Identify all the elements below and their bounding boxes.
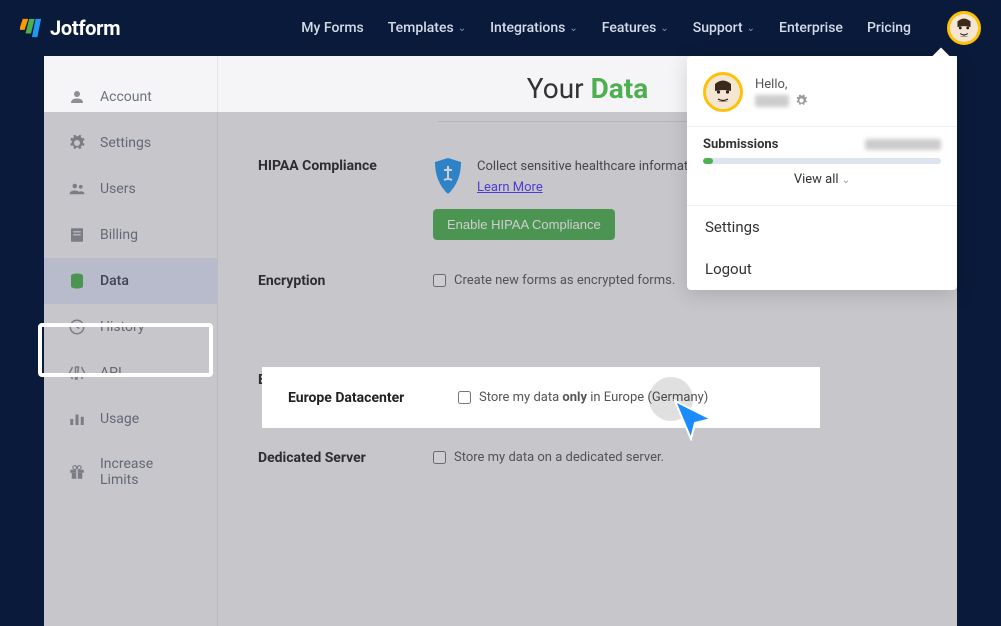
section-europe: Europe Datacenter Store my data only in … xyxy=(262,367,820,428)
europe-checkbox[interactable] xyxy=(458,391,471,404)
user-dropdown: Hello, Submissions View all ⌄ Settings L… xyxy=(687,56,957,290)
api-icon xyxy=(68,364,86,382)
nav-my-forms[interactable]: My Forms xyxy=(301,20,363,36)
chevron-down-icon: ⌄ xyxy=(458,23,466,34)
nav-features[interactable]: Features⌄ xyxy=(602,20,669,36)
enable-hipaa-button[interactable]: Enable HIPAA Compliance xyxy=(433,209,615,240)
sidebar: Account Settings Users Billing Data Hist… xyxy=(44,56,218,626)
sidebar-item-data[interactable]: Data xyxy=(44,258,217,304)
database-icon xyxy=(68,272,86,290)
learn-more-link[interactable]: Learn More xyxy=(477,180,543,195)
dropdown-avatar xyxy=(703,72,743,112)
dropdown-logout[interactable]: Logout xyxy=(687,248,957,290)
sidebar-item-history[interactable]: History xyxy=(44,304,217,350)
users-icon xyxy=(68,180,86,198)
chevron-down-icon: ⌄ xyxy=(747,23,755,34)
gear-icon[interactable] xyxy=(795,94,808,107)
dedicated-checkbox-label[interactable]: Store my data on a dedicated server. xyxy=(433,450,917,465)
avatar-face-icon xyxy=(950,14,978,42)
section-europe-placeholder xyxy=(258,306,917,356)
nav-integrations[interactable]: Integrations⌄ xyxy=(490,20,578,36)
chevron-down-icon: ⌄ xyxy=(660,23,668,34)
greeting-text: Hello, xyxy=(755,77,808,92)
billing-icon xyxy=(68,226,86,244)
section-label: Dedicated Server xyxy=(258,450,433,466)
jotform-logo-icon xyxy=(20,17,42,39)
submissions-count-redacted xyxy=(865,139,941,150)
sidebar-item-api[interactable]: API xyxy=(44,350,217,396)
section-label: Europe Datacenter xyxy=(288,390,458,406)
nav-enterprise[interactable]: Enterprise xyxy=(779,20,843,36)
header: Jotform My Forms Templates⌄ Integrations… xyxy=(0,0,1001,56)
section-label: HIPAA Compliance xyxy=(258,158,433,240)
person-icon xyxy=(68,88,86,106)
cursor-icon xyxy=(673,399,715,441)
sidebar-item-billing[interactable]: Billing xyxy=(44,212,217,258)
dropdown-submissions: Submissions View all ⌄ xyxy=(687,127,957,206)
logo-text: Jotform xyxy=(50,16,120,40)
avatar-face-icon xyxy=(706,75,740,109)
sidebar-item-users[interactable]: Users xyxy=(44,166,217,212)
dropdown-header: Hello, xyxy=(687,56,957,127)
section-label: Encryption xyxy=(258,273,433,289)
gear-icon xyxy=(68,134,86,152)
nav-templates[interactable]: Templates⌄ xyxy=(388,20,466,36)
gift-icon xyxy=(68,463,86,481)
user-avatar[interactable] xyxy=(947,11,981,45)
username-redacted xyxy=(755,95,789,107)
encryption-checkbox[interactable] xyxy=(433,274,446,287)
submissions-label: Submissions xyxy=(703,137,778,152)
nav-support[interactable]: Support⌄ xyxy=(693,20,755,36)
sidebar-item-increase-limits[interactable]: Increase Limits xyxy=(44,442,217,502)
nav-pricing[interactable]: Pricing xyxy=(867,20,911,36)
dedicated-checkbox[interactable] xyxy=(433,451,446,464)
shield-icon xyxy=(433,158,463,194)
sidebar-item-settings[interactable]: Settings xyxy=(44,120,217,166)
chevron-down-icon: ⌄ xyxy=(842,175,850,186)
section-dedicated: Dedicated Server Store my data on a dedi… xyxy=(258,434,917,483)
dropdown-settings[interactable]: Settings xyxy=(687,206,957,248)
chart-icon xyxy=(68,410,86,428)
sidebar-item-usage[interactable]: Usage xyxy=(44,396,217,442)
chevron-down-icon: ⌄ xyxy=(569,23,577,34)
nav: My Forms Templates⌄ Integrations⌄ Featur… xyxy=(301,11,981,45)
view-all-link[interactable]: View all ⌄ xyxy=(703,164,941,199)
sidebar-item-account[interactable]: Account xyxy=(44,74,217,120)
logo[interactable]: Jotform xyxy=(20,16,120,40)
history-icon xyxy=(68,318,86,336)
